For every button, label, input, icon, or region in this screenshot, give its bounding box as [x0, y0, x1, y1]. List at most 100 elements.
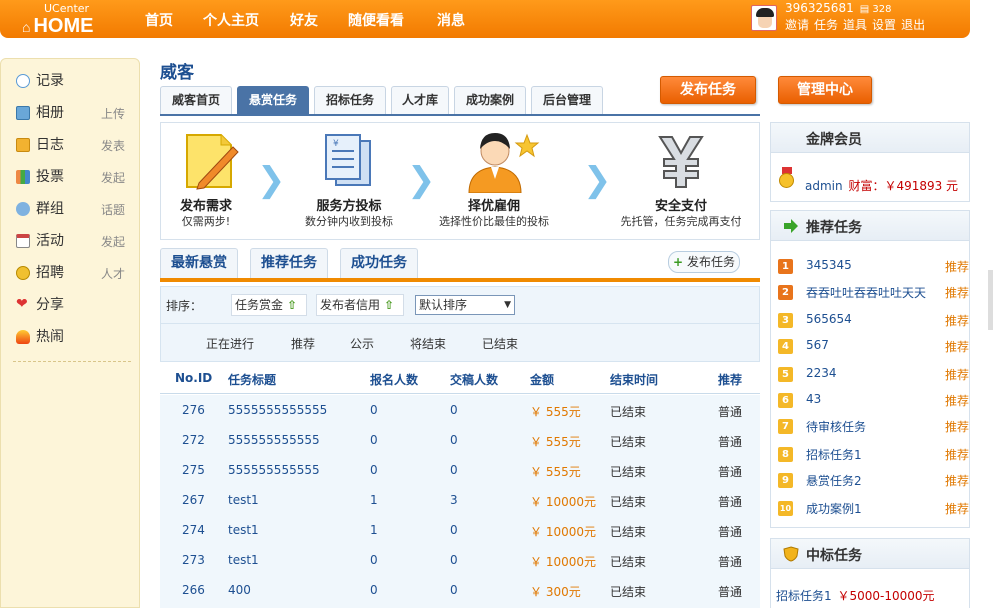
- nav-profile[interactable]: 个人主页: [203, 10, 259, 30]
- table-row[interactable]: 266 400 0 0 ￥ 300元 已结束 普通: [160, 575, 760, 605]
- plus-icon: +: [673, 255, 684, 269]
- arrow-up-icon: ⇧: [287, 298, 298, 312]
- calendar-icon: [16, 234, 30, 248]
- avatar[interactable]: [751, 5, 777, 31]
- sidebar-item-records[interactable]: 记录: [16, 71, 131, 91]
- group-icon: [16, 202, 30, 216]
- list-item[interactable]: 3 565654 推荐: [778, 310, 969, 330]
- step-title: 服务方投标: [316, 199, 382, 214]
- photo-icon: [16, 106, 30, 120]
- tasks-link[interactable]: 任务: [814, 18, 838, 32]
- chevron-down-icon: ▼: [504, 300, 511, 310]
- sidebar-item-hot[interactable]: 热闹: [16, 327, 131, 347]
- invite-link[interactable]: 邀请: [785, 18, 809, 32]
- list-item[interactable]: 9 悬赏任务2 推荐: [778, 470, 969, 490]
- col-recommend: 推荐: [718, 373, 743, 387]
- notebook-icon: [16, 138, 30, 152]
- sidebar-item-poll[interactable]: 投票 发起: [16, 167, 131, 187]
- nav-home[interactable]: 首页: [145, 10, 173, 30]
- tab-recommended-tasks[interactable]: 推荐任务: [250, 248, 328, 278]
- list-item[interactable]: 10 成功案例1 推荐: [778, 498, 969, 518]
- step-bid: ¥ 服务方投标 数分钟内收到投标: [284, 123, 414, 241]
- user-links: 邀请 任务 道具 设置 退出: [785, 16, 930, 33]
- step-desc: 先托管，任务完成再支付: [620, 215, 742, 228]
- sidebar-item-album[interactable]: 相册 上传: [16, 103, 131, 123]
- nav-browse[interactable]: 随便看看: [348, 10, 404, 30]
- props-link[interactable]: 道具: [843, 18, 867, 32]
- tab-success-cases[interactable]: 成功案例: [454, 86, 526, 114]
- filter-recommended[interactable]: 推荐: [291, 335, 315, 352]
- documents-icon: ¥: [325, 134, 371, 186]
- list-item[interactable]: 5 2234 推荐: [778, 364, 969, 384]
- list-item[interactable]: 2 吞吞吐吐吞吞吐吐天天 推荐: [778, 282, 969, 302]
- list-item[interactable]: 1 345345 推荐: [778, 256, 969, 276]
- sort-by-credit-button[interactable]: 发布者信用 ⇧: [316, 294, 404, 316]
- list-item[interactable]: 6 43 推荐: [778, 390, 969, 410]
- sort-select[interactable]: 默认排序 ▼: [415, 295, 515, 315]
- sort-label: 排序：: [166, 299, 203, 313]
- filter-ending[interactable]: 将结束: [410, 335, 446, 352]
- recommended-tasks-list: 1 345345 推荐 2 吞吞吐吐吞吞吐吐天天 推荐 3 565654 推荐 4 567 推荐…: [770, 250, 970, 520]
- tab-reward-tasks[interactable]: 悬赏任务: [237, 86, 309, 114]
- top-bar: UCenter ⌂ HOME 首页 个人主页 好友 随便看看 消息 3963256…: [0, 0, 970, 38]
- tab-latest-rewards[interactable]: 最新悬赏: [160, 248, 238, 278]
- sidebar: 记录 相册 上传 日志 发表 投票 发起 群组 话题 活动 发起 招聘 人才 ❤…: [0, 58, 140, 608]
- publish-task-small-button[interactable]: + 发布任务: [668, 251, 740, 273]
- step-hire: 择优雇佣 选择性价比最佳的投标: [429, 123, 559, 241]
- gold-member-wealth: 财富：￥491893 元: [848, 179, 959, 193]
- list-item[interactable]: 7 待审核任务 推荐: [778, 416, 969, 436]
- arrow-right-icon: [784, 219, 798, 233]
- scrollbar[interactable]: [988, 270, 993, 330]
- sidebar-item-group[interactable]: 群组 话题: [16, 199, 131, 219]
- sidebar-item-share[interactable]: ❤ 分享: [16, 295, 131, 315]
- heart-icon: ❤: [16, 296, 28, 312]
- publish-task-button[interactable]: 发布任务: [660, 76, 756, 104]
- message-count[interactable]: ▤ 328: [860, 4, 892, 15]
- status-filters: 正在进行 推荐 公示 将结束 已结束: [160, 324, 760, 362]
- table-row[interactable]: 267 test1 1 3 ￥ 10000元 已结束 普通: [160, 485, 760, 515]
- table-row[interactable]: 273 test1 0 0 ￥ 10000元 已结束 普通: [160, 545, 760, 575]
- list-item[interactable]: 8 招标任务1 推荐: [778, 444, 969, 464]
- home-icon: ⌂: [22, 19, 31, 35]
- list-item[interactable]: 4 567 推荐: [778, 336, 969, 356]
- task-table: 276 5555555555555 0 0 ￥ 555元 已结束 普通 272 …: [160, 395, 760, 608]
- fire-icon: [16, 330, 30, 344]
- manage-center-button[interactable]: 管理中心: [778, 76, 872, 104]
- step-title: 安全支付: [654, 199, 707, 214]
- sidebar-item-events[interactable]: 活动 发起: [16, 231, 131, 251]
- nav-friends[interactable]: 好友: [290, 10, 318, 30]
- filter-ended[interactable]: 已结束: [482, 335, 518, 352]
- table-row[interactable]: 275 555555555555 0 0 ￥ 555元 已结束 普通: [160, 455, 760, 485]
- logout-link[interactable]: 退出: [901, 18, 925, 32]
- filter-ongoing[interactable]: 正在进行: [206, 335, 254, 352]
- tab-admin[interactable]: 后台管理: [531, 86, 603, 114]
- sort-by-reward-button[interactable]: 任务赏金 ⇧: [231, 294, 307, 316]
- arrow-up-icon: ⇧: [384, 298, 395, 312]
- settings-link[interactable]: 设置: [872, 18, 896, 32]
- tab-talent[interactable]: 人才库: [391, 86, 449, 114]
- tab-success-tasks[interactable]: 成功任务: [340, 248, 418, 278]
- sidebar-item-jobs[interactable]: 招聘 人才: [16, 263, 131, 283]
- coins-icon: [16, 266, 30, 280]
- table-row[interactable]: 276 5555555555555 0 0 ￥ 555元 已结束 普通: [160, 395, 760, 425]
- table-row[interactable]: 272 555555555555 0 0 ￥ 555元 已结束 普通: [160, 425, 760, 455]
- table-row[interactable]: 274 test1 1 0 ￥ 10000元 已结束 普通: [160, 515, 760, 545]
- chevron-right-icon: ❯: [583, 160, 612, 200]
- nav-messages[interactable]: 消息: [437, 10, 465, 30]
- logo-main-text: HOME: [33, 15, 94, 37]
- step-title: 择优雇佣: [467, 199, 520, 214]
- winning-bids-panel: 中标任务 招标任务1 ￥5000-10000元: [770, 538, 970, 608]
- filter-public[interactable]: 公示: [350, 335, 374, 352]
- tab-bid-tasks[interactable]: 招标任务: [314, 86, 386, 114]
- tab-weike-home[interactable]: 威客首页: [160, 86, 232, 114]
- sidebar-item-blog[interactable]: 日志 发表: [16, 135, 131, 155]
- gold-member-title: 金牌会员: [806, 132, 862, 148]
- medal-icon: [779, 167, 795, 188]
- table-header: No.ID 任务标题 报名人数 交稿人数 金额 结束时间 推荐: [160, 364, 760, 394]
- step-publish: 发布需求 仅需两步!: [141, 123, 271, 241]
- gold-member-name[interactable]: admin: [805, 179, 843, 193]
- winning-bid-item[interactable]: 招标任务1: [776, 589, 832, 603]
- yen-icon: [658, 136, 704, 188]
- user-id[interactable]: 396325681: [785, 1, 854, 15]
- step-desc: 数分钟内收到投标: [305, 215, 393, 228]
